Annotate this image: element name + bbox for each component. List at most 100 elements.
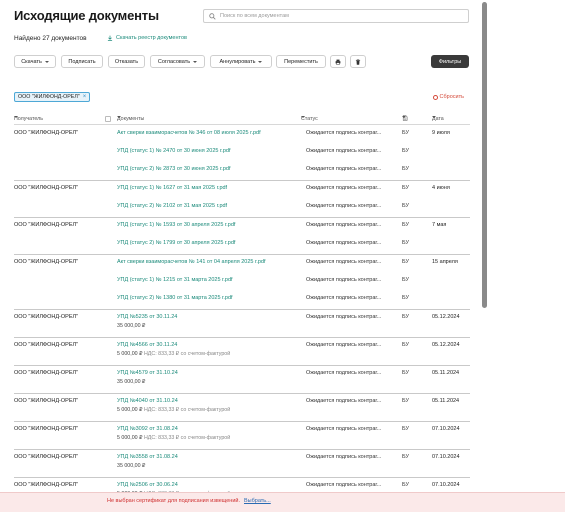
column-type[interactable] bbox=[402, 115, 408, 121]
status-cell: Ожидается подпись контраг... bbox=[306, 203, 382, 209]
sign-button[interactable]: Подписать bbox=[61, 55, 103, 68]
table-row[interactable]: УПД (статус 1) № 1215 от 31 марта 2025 г… bbox=[14, 273, 470, 291]
type-cell: БУ bbox=[402, 277, 409, 283]
status-cell: Ожидается подпись контраг... bbox=[306, 370, 382, 376]
document-link[interactable]: УПД (статус 1) № 2470 от 30 июня 2025 г.… bbox=[117, 148, 230, 154]
status-cell: Ожидается подпись контраг... bbox=[306, 454, 382, 460]
download-button[interactable]: Скачать bbox=[14, 55, 56, 68]
reset-filters-button[interactable]: Сбросить bbox=[432, 94, 464, 100]
certificate-warning-text: Не выбран сертификат для подписания изве… bbox=[107, 498, 240, 504]
type-cell: БУ bbox=[402, 203, 409, 209]
table-row[interactable]: УПД (статус 2) № 2873 от 30 июня 2025 г.… bbox=[14, 162, 470, 180]
sum-value: 5 000,00 ₽ bbox=[117, 407, 143, 413]
table-row[interactable]: УПД (статус 2) № 1380 от 31 марта 2025 г… bbox=[14, 291, 470, 309]
date-cell: 07.10.2024 bbox=[432, 454, 460, 460]
type-cell: БУ bbox=[402, 342, 409, 348]
page-scrollbar[interactable] bbox=[482, 2, 487, 308]
download-button-label: Скачать bbox=[21, 58, 42, 65]
document-link[interactable]: УПД (статус 2) № 2873 от 30 июня 2025 г.… bbox=[117, 166, 230, 172]
move-button[interactable]: Переместить bbox=[276, 55, 326, 68]
move-button-label: Переместить bbox=[284, 58, 318, 65]
approve-button[interactable]: Согласовать bbox=[150, 55, 205, 68]
document-link[interactable]: УПД №5235 от 30.11.24 bbox=[117, 314, 177, 320]
filter-chip-recipient: ООО "ЖИЛФОНД-ОРЕЛ" × bbox=[14, 92, 91, 102]
document-link[interactable]: УПД №2506 от 30.06.24 bbox=[117, 482, 178, 488]
document-sum: 5 000,00 ₽ НДС: 833,33 ₽ со счетом-факту… bbox=[117, 351, 230, 357]
document-link[interactable]: УПД (статус 1) № 1215 от 31 марта 2025 г… bbox=[117, 277, 233, 283]
search-input[interactable] bbox=[220, 13, 460, 19]
type-cell: БУ bbox=[402, 314, 409, 320]
table-row[interactable]: ООО "ЖИЛФОНД-ОРЕЛ" 05.11.2024 УПД №4579 от… bbox=[14, 366, 470, 393]
table-row[interactable]: УПД (статус 2) № 1799 от 30 апреля 2025 … bbox=[14, 236, 470, 254]
sign-button-label: Подписать bbox=[68, 58, 96, 65]
approve-button-label: Согласовать bbox=[157, 58, 191, 65]
document-link[interactable]: УПД №4579 от 31.10.24 bbox=[117, 370, 178, 376]
table-row[interactable]: ООО "ЖИЛФОНД-ОРЕЛ" 7 мая УПД (статус 1) № … bbox=[14, 218, 470, 236]
date-cell: 05.12.2024 bbox=[432, 342, 460, 348]
type-cell: БУ bbox=[402, 166, 409, 172]
table-row-group: ООО "ЖИЛФОНД-ОРЕЛ" 05.11.2024 УПД №4040 от… bbox=[14, 394, 470, 422]
chevron-down-icon bbox=[193, 60, 198, 63]
status-cell: Ожидается подпись контраг... bbox=[306, 240, 382, 246]
table-row-group: ООО "ЖИЛФОНД-ОРЕЛ" 07.10.2024 УПД №3558 от… bbox=[14, 450, 470, 478]
reset-icon bbox=[432, 94, 438, 100]
column-documents-label: Документы bbox=[117, 116, 145, 122]
recipient-cell: ООО "ЖИЛФОНД-ОРЕЛ" bbox=[14, 130, 79, 136]
close-icon[interactable]: × bbox=[83, 94, 87, 100]
document-link[interactable]: УПД (статус 2) № 1799 от 30 апреля 2025 … bbox=[117, 240, 235, 246]
document-link[interactable]: УПД (статус 1) № 1627 от 31 мая 2025 г.p… bbox=[117, 185, 227, 191]
search-box[interactable] bbox=[203, 9, 469, 23]
annul-button-label: Аннулировать bbox=[219, 58, 256, 65]
document-link[interactable]: УПД (статус 2) № 2102 от 31 мая 2025 г.p… bbox=[117, 203, 227, 209]
table-row[interactable]: ООО "ЖИЛФОНД-ОРЕЛ" 07.10.2024 УПД №3558 от… bbox=[14, 450, 470, 477]
actions-toolbar: Скачать Подписать Отказать Согласовать А… bbox=[14, 55, 470, 68]
document-sum: 5 000,00 ₽ НДС: 833,33 ₽ со счетом-факту… bbox=[117, 435, 230, 441]
table-row[interactable]: ООО "ЖИЛФОНД-ОРЕЛ" 9 июля Акт сверки взаим… bbox=[14, 126, 470, 144]
vat-value: НДС: 833,33 ₽ со счетом-фактурой bbox=[143, 435, 231, 441]
document-link[interactable]: Акт сверки взаиморасчетов № 141 от 04 ап… bbox=[117, 259, 266, 265]
document-link[interactable]: УПД №3092 от 31.08.24 bbox=[117, 426, 178, 432]
date-cell: 15 апреля bbox=[432, 259, 458, 265]
document-link[interactable]: Акт сверки взаиморасчетов № 346 от 08 ию… bbox=[117, 130, 261, 136]
table-row[interactable]: ООО "ЖИЛФОНД-ОРЕЛ" 15 апреля Акт сверки вз… bbox=[14, 255, 470, 273]
table-row[interactable]: ООО "ЖИЛФОНД-ОРЕЛ" 07.10.2024 УПД №3092 от… bbox=[14, 422, 470, 449]
recipient-cell: ООО "ЖИЛФОНД-ОРЕЛ" bbox=[14, 185, 79, 191]
table-row[interactable]: ООО "ЖИЛФОНД-ОРЕЛ" 05.12.2024 УПД №5235 от… bbox=[14, 310, 470, 337]
status-cell: Ожидается подпись контраг... bbox=[306, 398, 382, 404]
document-link[interactable]: УПД (статус 1) № 1593 от 30 апреля 2025 … bbox=[117, 222, 235, 228]
sum-value: 35 000,00 ₽ bbox=[117, 463, 146, 469]
reject-button[interactable]: Отказать bbox=[108, 55, 145, 68]
type-cell: БУ bbox=[402, 454, 409, 460]
type-cell: БУ bbox=[402, 426, 409, 432]
download-registry-link[interactable]: Скачать реестр документов bbox=[107, 35, 187, 41]
chevron-down-icon bbox=[402, 116, 406, 118]
table-row[interactable]: ООО "ЖИЛФОНД-ОРЕЛ" 05.12.2024 УПД №4566 от… bbox=[14, 338, 470, 365]
document-link[interactable]: УПД №4040 от 31.10.24 bbox=[117, 398, 178, 404]
document-link[interactable]: УПД (статус 2) № 1380 от 31 марта 2025 г… bbox=[117, 295, 233, 301]
trash-icon bbox=[355, 58, 361, 65]
date-cell: 4 июня bbox=[432, 185, 450, 191]
chevron-down-icon bbox=[117, 116, 121, 118]
date-cell: 05.11.2024 bbox=[432, 398, 460, 404]
type-cell: БУ bbox=[402, 130, 409, 136]
document-link[interactable]: УПД №4566 от 30.11.24 bbox=[117, 342, 177, 348]
status-cell: Ожидается подпись контраг... bbox=[306, 277, 382, 283]
table-row[interactable]: УПД (статус 2) № 2102 от 31 мая 2025 г.p… bbox=[14, 199, 470, 217]
type-cell: БУ bbox=[402, 222, 409, 228]
table-row[interactable]: ООО "ЖИЛФОНД-ОРЕЛ" 05.11.2024 УПД №4040 от… bbox=[14, 394, 470, 421]
document-link[interactable]: УПД №3558 от 31.08.24 bbox=[117, 454, 178, 460]
certificate-warning-bar: Не выбран сертификат для подписания изве… bbox=[0, 492, 565, 512]
documents-count: Найдено 27 документов bbox=[14, 35, 87, 42]
document-sum: 35 000,00 ₽ bbox=[117, 463, 145, 469]
choose-certificate-link[interactable]: Выбрать... bbox=[244, 498, 271, 504]
table-row[interactable]: УПД (статус 1) № 2470 от 30 июня 2025 г.… bbox=[14, 144, 470, 162]
filters-button[interactable]: Фильтры bbox=[431, 55, 469, 68]
recipient-cell: ООО "ЖИЛФОНД-ОРЕЛ" bbox=[14, 426, 79, 432]
annul-button[interactable]: Аннулировать bbox=[210, 55, 272, 68]
table-row[interactable]: ООО "ЖИЛФОНД-ОРЕЛ" 4 июня УПД (статус 1) №… bbox=[14, 181, 470, 199]
document-sum: 35 000,00 ₽ bbox=[117, 379, 145, 385]
print-button[interactable] bbox=[330, 55, 346, 68]
delete-button[interactable] bbox=[350, 55, 366, 68]
chevron-down-icon bbox=[301, 116, 305, 118]
filter-chip-label: ООО "ЖИЛФОНД-ОРЕЛ" bbox=[18, 94, 80, 100]
